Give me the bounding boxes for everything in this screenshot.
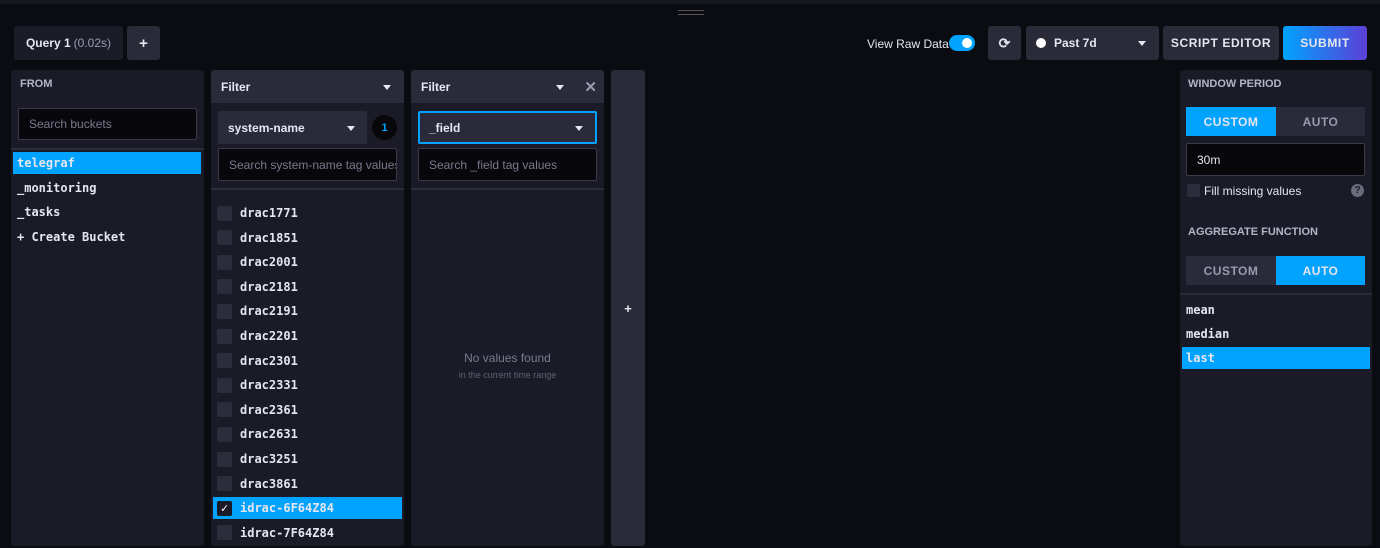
tag-value-label: idrac-7F64Z84 [240, 525, 334, 540]
tag-value-label: idrac-6F64Z84 [240, 501, 334, 516]
checkbox[interactable] [217, 328, 232, 344]
checkbox[interactable] [217, 402, 232, 418]
time-range-value: Past 7d [1054, 36, 1097, 50]
aggregate-auto-button[interactable]: AUTO [1276, 256, 1365, 285]
filter-header[interactable]: Filter [211, 70, 404, 103]
tag-value-label: drac2331 [240, 378, 298, 393]
tag-value-item[interactable]: drac2181 [213, 276, 402, 298]
tag-key-dropdown[interactable]: system-name [218, 111, 367, 144]
function-last[interactable]: last [1182, 347, 1370, 369]
checkbox[interactable] [217, 525, 232, 541]
query-tab-label: Query 1 [25, 36, 71, 50]
tag-value-item[interactable]: drac2301 [213, 350, 402, 372]
filter-title: Filter [421, 79, 451, 94]
checkbox[interactable] [217, 205, 232, 221]
filter-title: Filter [221, 79, 251, 94]
tag-value-label: drac2001 [240, 255, 298, 270]
function-median[interactable]: median [1182, 323, 1370, 345]
chevron-down-icon [347, 126, 355, 131]
resize-handle[interactable] [678, 10, 704, 15]
window-custom-button[interactable]: CUSTOM [1186, 107, 1276, 136]
tag-value-label: drac2631 [240, 427, 298, 442]
filter-panel-2: Filter ✕ _field Search _field tag values… [411, 70, 604, 546]
from-title: FROM [20, 78, 53, 90]
tag-value-item[interactable]: drac2001 [213, 251, 402, 273]
time-range-dropdown[interactable]: Past 7d [1026, 26, 1159, 60]
view-raw-data-label: View Raw Data [867, 37, 949, 51]
tag-value-item[interactable]: drac3251 [213, 448, 402, 470]
tag-value-label: drac2181 [240, 279, 298, 294]
filter-panel-1: Filter system-name 1 Search system-name … [211, 70, 404, 546]
refresh-icon[interactable]: ⟳ [988, 26, 1021, 60]
checkbox[interactable]: ✓ [217, 500, 232, 516]
query-tab[interactable]: Query 1 (0.02s) [14, 26, 123, 60]
selected-count-badge: 1 [372, 115, 397, 140]
top-bar [0, 0, 1380, 4]
create-bucket-button[interactable]: + Create Bucket [13, 226, 201, 248]
tag-value-label: drac1851 [240, 230, 298, 245]
tag-value-label: drac2201 [240, 329, 298, 343]
tag-value-label: drac2301 [240, 353, 298, 368]
tag-value-item[interactable]: drac2191 [213, 300, 402, 322]
search-tag-values-input[interactable]: Search _field tag values [418, 148, 597, 181]
tag-value-item[interactable]: drac3861 [213, 473, 402, 495]
window-period-title: WINDOW PERIOD [1188, 78, 1282, 90]
tag-value-label: drac3251 [240, 452, 298, 466]
chevron-down-icon [1138, 41, 1146, 46]
tag-value-item[interactable]: drac2201 [213, 325, 402, 347]
checkbox[interactable] [217, 377, 232, 393]
close-icon[interactable]: ✕ [584, 78, 597, 96]
aggregate-custom-button[interactable]: CUSTOM [1186, 256, 1276, 285]
checkbox[interactable] [217, 254, 232, 270]
window-auto-button[interactable]: AUTO [1276, 107, 1365, 136]
add-filter-button[interactable]: + [611, 70, 645, 546]
view-raw-data-toggle[interactable] [949, 35, 975, 51]
tag-key-dropdown[interactable]: _field [418, 111, 597, 144]
checkbox[interactable] [217, 353, 232, 369]
tag-value-item[interactable]: drac2331 [213, 374, 402, 396]
checkbox[interactable] [217, 476, 232, 492]
bucket-tasks[interactable]: _tasks [13, 201, 201, 223]
fill-missing-checkbox[interactable] [1187, 184, 1200, 197]
checkbox[interactable] [217, 230, 232, 246]
fill-missing-label: Fill missing values [1204, 184, 1302, 198]
tag-key-value: system-name [228, 120, 305, 135]
aggregate-title: AGGREGATE FUNCTION [1188, 226, 1318, 238]
function-mean[interactable]: mean [1182, 299, 1370, 321]
tag-value-item[interactable]: idrac-7F64Z84 [213, 522, 402, 544]
chevron-down-icon [575, 126, 583, 131]
clock-icon [1036, 38, 1046, 48]
search-tag-values-input[interactable]: Search system-name tag values [218, 148, 397, 181]
chevron-down-icon [383, 85, 391, 90]
tag-value-item[interactable]: ✓ idrac-6F64Z84 [213, 497, 402, 520]
tag-value-label: drac1771 [240, 206, 298, 220]
empty-state-subtitle: in the current time range [458, 370, 557, 380]
help-icon[interactable]: ? [1351, 184, 1364, 197]
tag-value-item[interactable]: drac2361 [213, 399, 402, 421]
checkbox[interactable] [217, 426, 232, 442]
tag-value-item[interactable]: drac1771 [213, 202, 402, 224]
search-buckets-input[interactable]: Search buckets [18, 108, 197, 140]
query-time: (0.02s) [73, 36, 112, 50]
window-period-input[interactable]: 30m [1186, 143, 1365, 176]
aggregate-panel: WINDOW PERIOD CUSTOM AUTO 30m Fill missi… [1180, 70, 1372, 546]
tag-value-item[interactable]: drac1851 [213, 227, 402, 249]
tag-value-label: drac2191 [240, 304, 298, 319]
script-editor-button[interactable]: SCRIPT EDITOR [1163, 26, 1279, 60]
bucket-monitoring[interactable]: _monitoring [13, 177, 201, 199]
checkbox[interactable] [217, 303, 232, 319]
checkbox[interactable] [217, 279, 232, 295]
tag-value-label: drac2361 [240, 402, 298, 417]
add-query-button[interactable]: + [127, 26, 160, 60]
tag-key-value: _field [429, 120, 461, 135]
empty-state-title: No values found [464, 351, 551, 365]
checkbox[interactable] [217, 451, 232, 467]
tag-value-label: drac3861 [240, 476, 298, 491]
from-panel: FROM Search buckets telegraf _monitoring… [11, 70, 204, 546]
tag-value-item[interactable]: drac2631 [213, 423, 402, 445]
filter-header[interactable]: Filter ✕ [411, 70, 604, 103]
bucket-telegraf[interactable]: telegraf [13, 152, 201, 174]
chevron-down-icon [556, 85, 564, 90]
submit-button[interactable]: SUBMIT [1283, 26, 1367, 60]
